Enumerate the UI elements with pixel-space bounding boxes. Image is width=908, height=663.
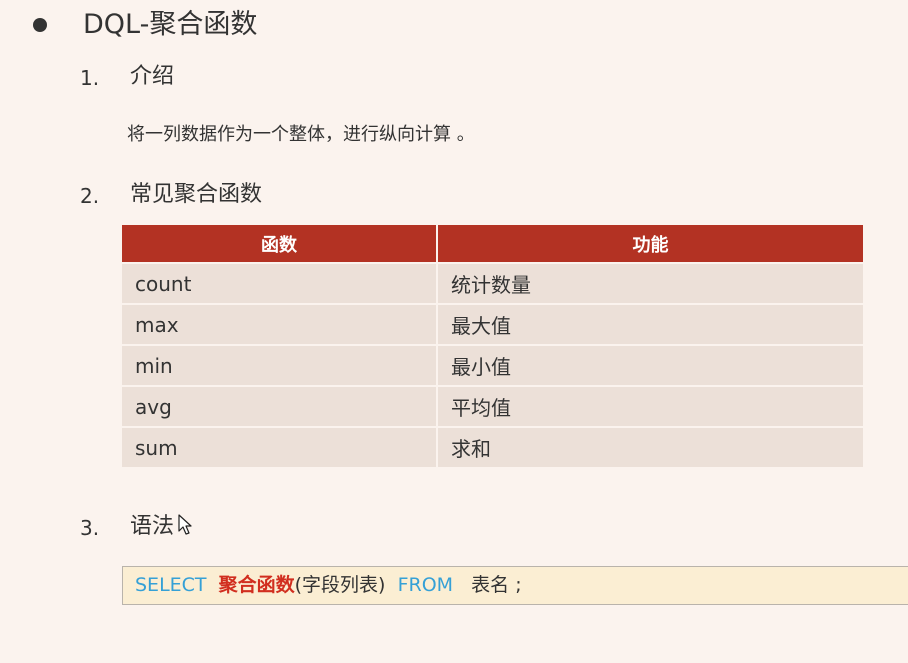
aggregate-function-placeholder: 聚合函数 [218,574,295,596]
table-name-placeholder: 表名 [471,574,510,596]
mouse-pointer-icon [178,514,192,535]
cell-feature: 最小值 [438,344,863,385]
section-3-title: 语法 [130,514,175,539]
select-keyword: SELECT [135,574,207,596]
cell-feature: 平均值 [438,385,863,426]
header-function: 函数 [122,225,438,262]
aggregate-function-table: 函数 功能 count 统计数量 max 最大值 min 最小值 avg 平均值… [122,225,863,467]
section-1-title: 介绍 [130,64,175,89]
table-header-row: 函数 功能 [122,225,863,262]
cell-function: sum [122,426,438,467]
header-feature: 功能 [438,225,863,262]
section-2-title: 常见聚合函数 [130,182,263,207]
table-row: min 最小值 [122,344,863,385]
section-2-number: 2. [80,184,100,208]
cell-feature: 求和 [438,426,863,467]
cell-function: max [122,303,438,344]
intro-text: 将一列数据作为一个整体，进行纵向计算 。 [127,124,475,145]
table-row: count 统计数量 [122,262,863,303]
cell-function: min [122,344,438,385]
section-1-number: 1. [80,66,100,90]
from-keyword: FROM [397,574,454,596]
cell-feature: 统计数量 [438,262,863,303]
page-title: DQL-聚合函数 [83,9,258,40]
statement-terminator: ; [515,574,522,596]
table-row: avg 平均值 [122,385,863,426]
cell-feature: 最大值 [438,303,863,344]
cell-function: avg [122,385,438,426]
title-bullet [33,18,47,32]
table-row: max 最大值 [122,303,863,344]
table-row: sum 求和 [122,426,863,467]
section-3-number: 3. [80,516,100,540]
cell-function: count [122,262,438,303]
field-list-placeholder: (字段列表) [294,574,386,596]
syntax-code-box: SELECT 聚合函数(字段列表) FROM 表名 ; [122,566,908,605]
